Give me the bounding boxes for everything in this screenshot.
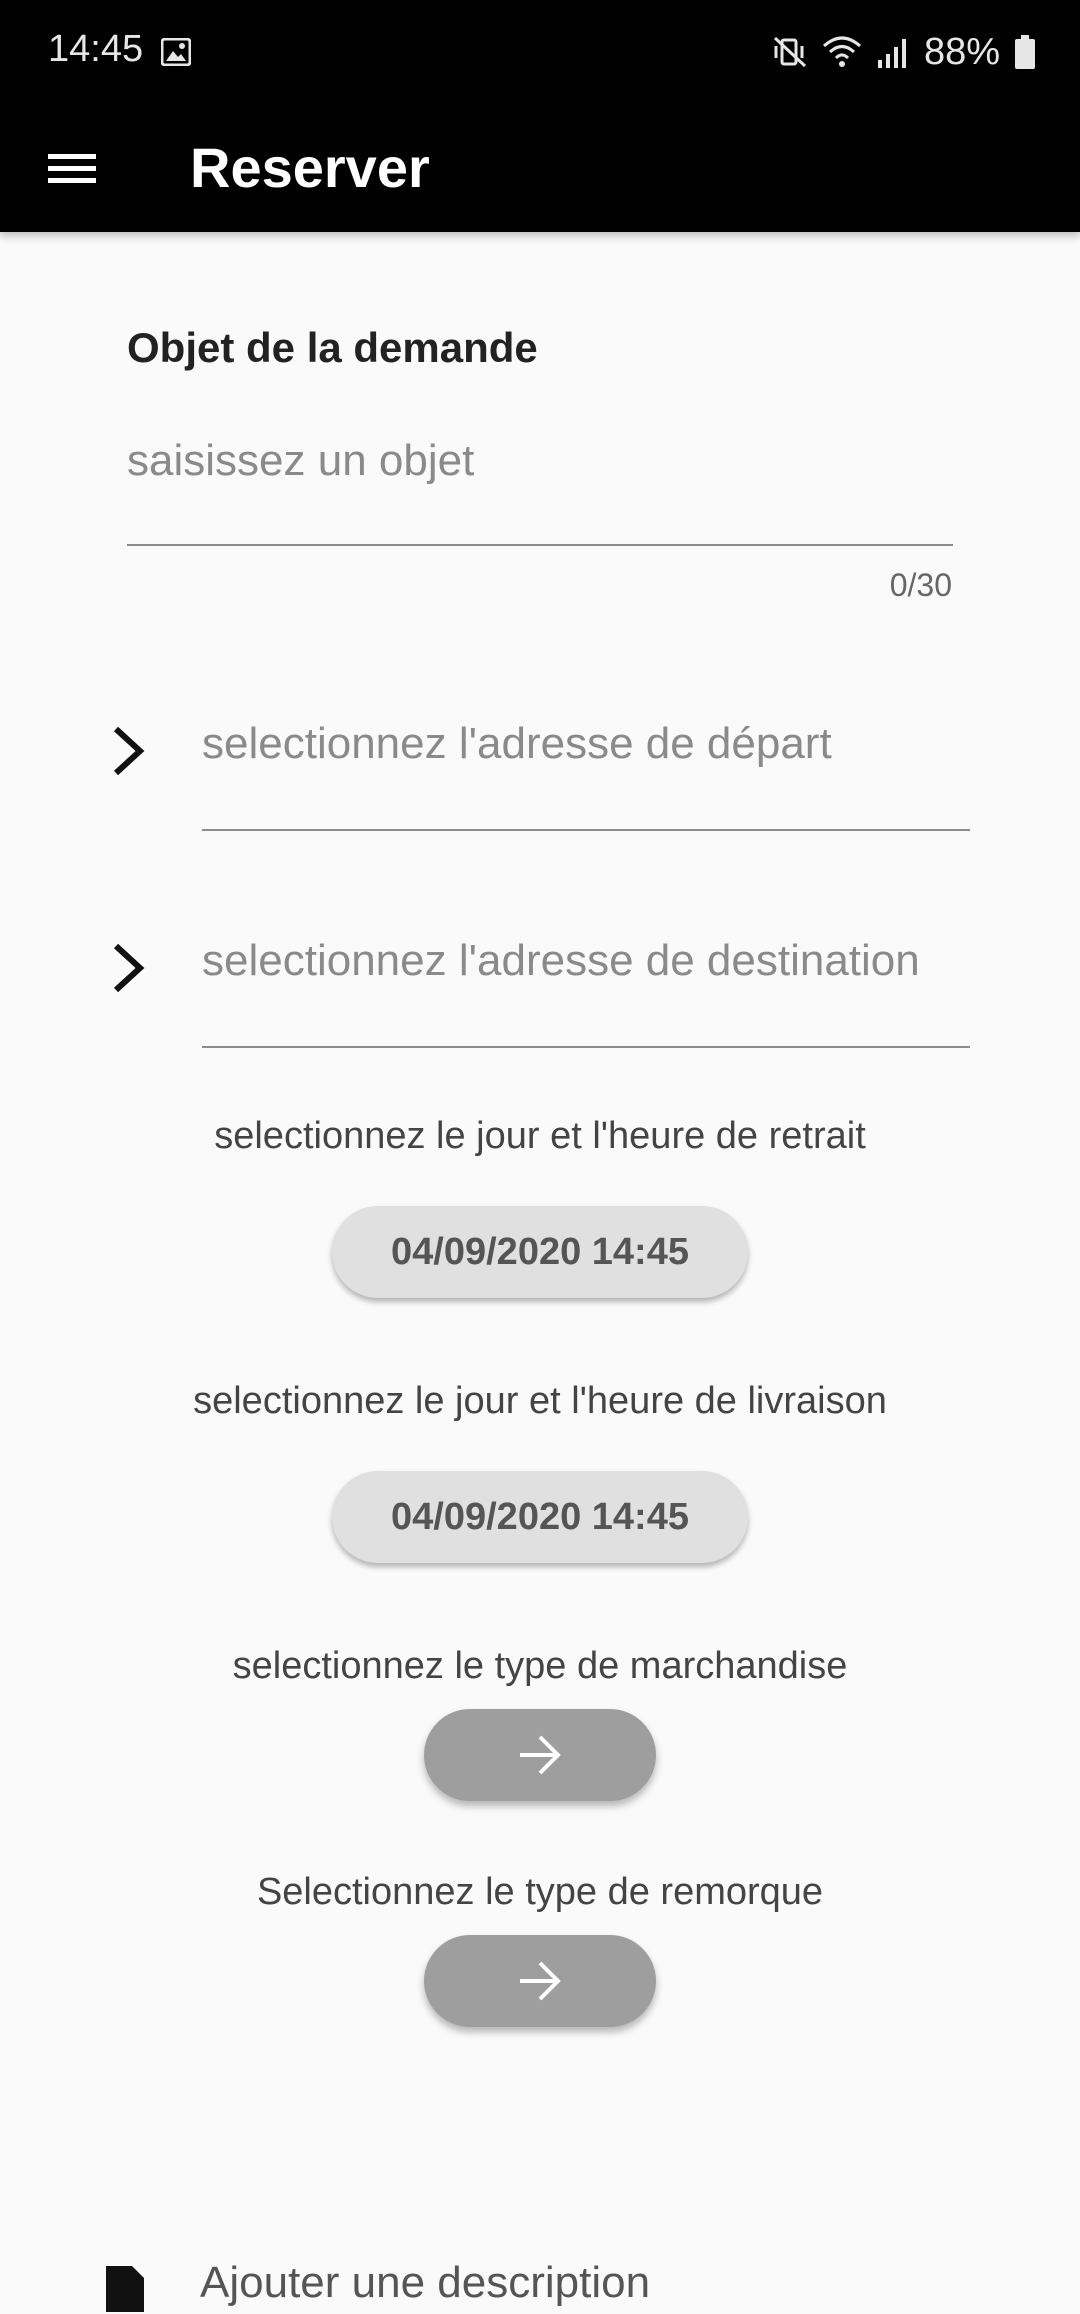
menu-icon[interactable] [40,140,106,196]
delivery-datetime-button[interactable]: 04/09/2020 14:45 [332,1471,748,1563]
trailer-select-button[interactable] [424,1935,656,2027]
object-label: Objet de la demande [127,324,538,371]
pickup-label: selectionnez le jour et l'heure de retra… [214,1115,866,1157]
status-icons: 88% [772,30,1036,74]
delivery-label: selectionnez le jour et l'heure de livra… [193,1380,887,1422]
status-bar: 14:45 88% [0,0,1080,104]
character-counter: 0/30 [889,567,952,603]
arrow-right-icon [520,1735,561,1775]
wifi-icon [822,36,861,67]
object-underline [127,544,953,546]
signal-icon [877,39,906,68]
destination-address-placeholder: selectionnez l'adresse de destination [202,936,920,985]
add-description-item[interactable]: Ajouter une description [100,2250,1000,2312]
battery-icon [1015,35,1035,69]
add-description-label: Ajouter une description [200,2258,651,2307]
status-time: 14:45 [48,28,144,70]
document-icon [106,2266,144,2312]
destination-address-field[interactable]: selectionnez l'adresse de destination [100,914,980,1054]
chevron-right-icon [113,943,145,993]
merchandise-label: selectionnez le type de marchandise [232,1645,848,1687]
chevron-right-icon [113,726,145,776]
trailer-label: Selectionnez le type de remorque [256,1871,824,1913]
mute-vibrate-icon [773,36,806,68]
merchandise-select-button[interactable] [424,1709,656,1801]
pickup-datetime-button[interactable]: 04/09/2020 14:45 [332,1206,748,1298]
departure-underline [202,829,970,831]
departure-address-placeholder: selectionnez l'adresse de départ [202,719,832,768]
battery-percent: 88% [923,30,1000,73]
app-bar: Reserver [0,104,1080,232]
page-title: Reserver [190,136,430,199]
arrow-right-icon [520,1961,561,2001]
departure-address-field[interactable]: selectionnez l'adresse de départ [100,697,980,837]
destination-underline [202,1046,970,1048]
object-input[interactable] [127,428,953,494]
image-icon [161,38,191,66]
